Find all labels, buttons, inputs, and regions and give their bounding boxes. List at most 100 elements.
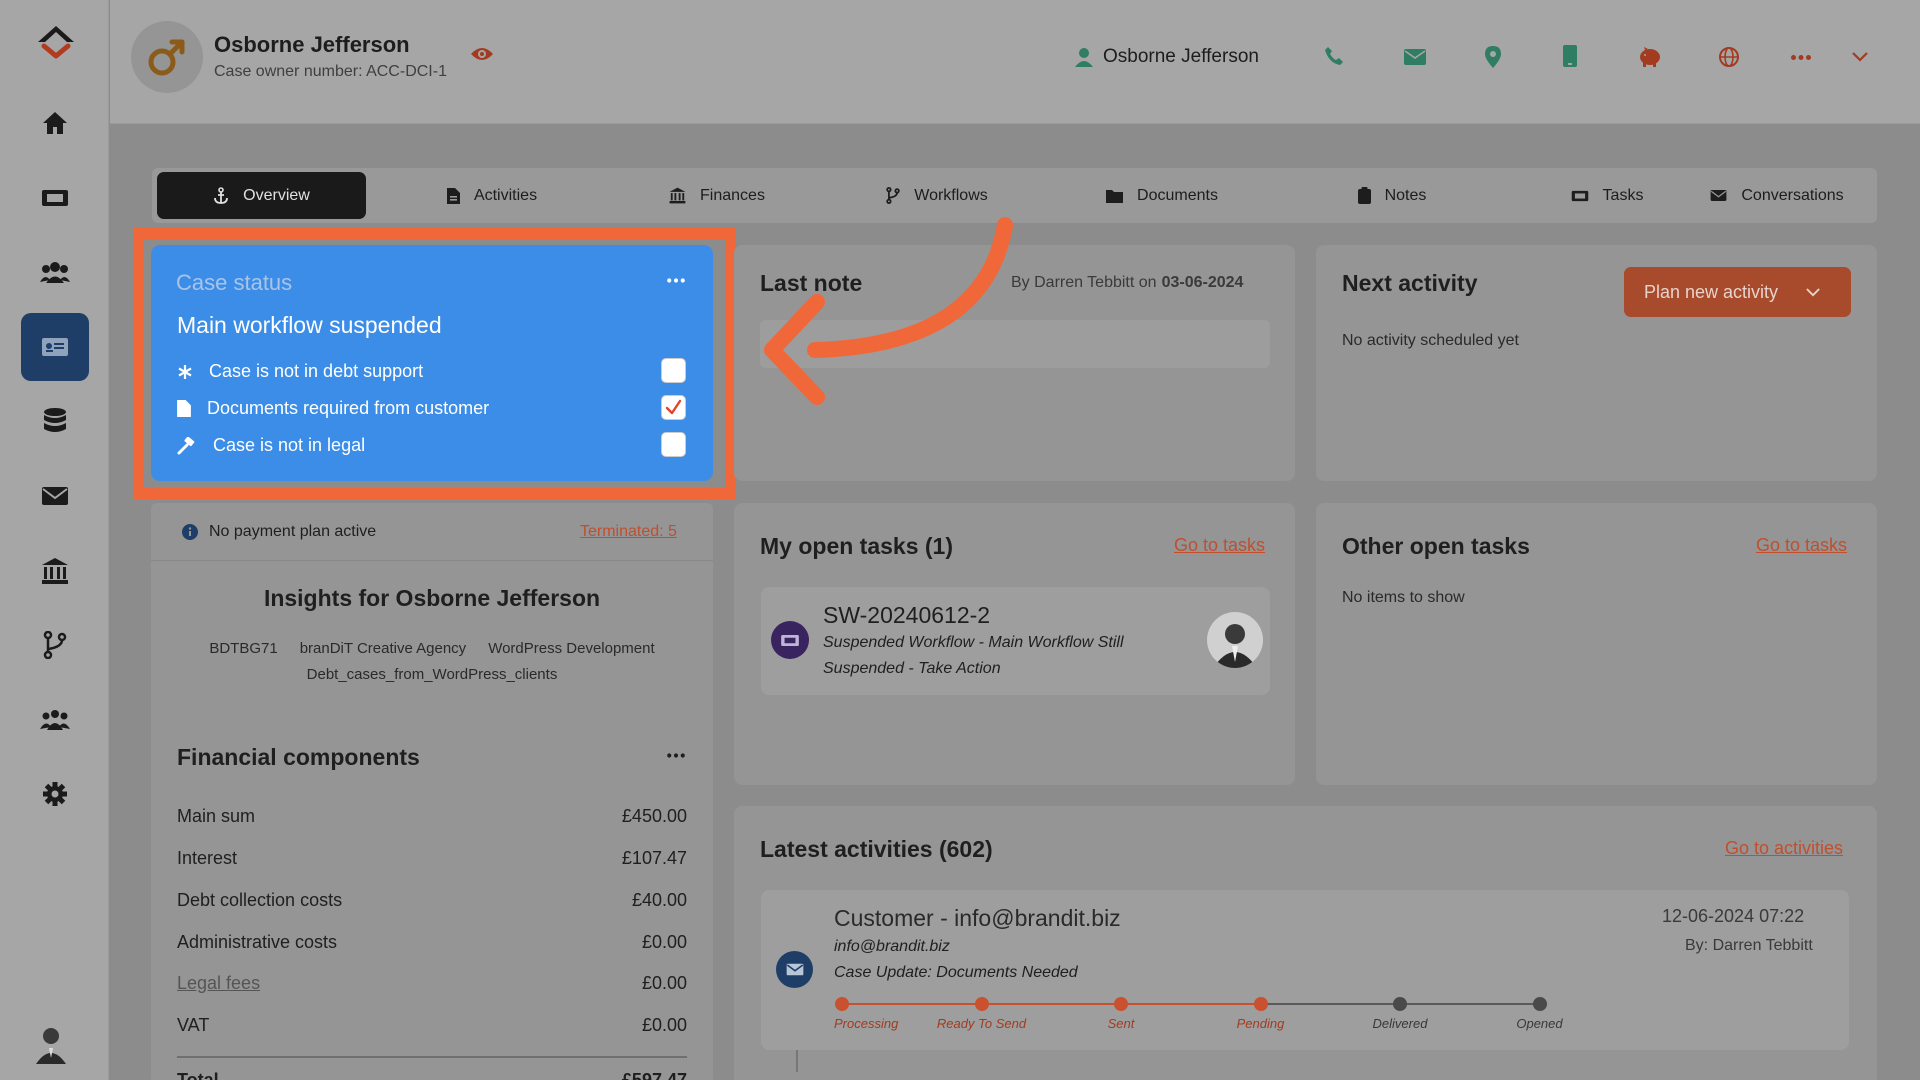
bank-icon — [42, 558, 68, 584]
tab-documents[interactable]: Documents — [1052, 172, 1272, 219]
nav-customers[interactable] — [21, 238, 89, 306]
asterisk-icon — [178, 364, 192, 379]
watch-eye-icon[interactable] — [470, 46, 494, 62]
activity-type-icon — [776, 951, 813, 988]
bank-icon — [669, 187, 686, 204]
fin-value: £0.00 — [641, 932, 687, 952]
users-icon — [40, 262, 70, 283]
fin-value: £40.00 — [631, 890, 687, 910]
nav-finance[interactable] — [21, 537, 89, 605]
task-id: SW-20240612-2 — [823, 602, 991, 628]
insight-tag: WordPress Development — [488, 640, 655, 657]
activity-datetime: 12-06-2024 07:22 — [1662, 906, 1805, 926]
gear-icon — [43, 782, 67, 806]
task-description: Suspended - Take Action — [823, 660, 1001, 677]
user-avatar[interactable] — [34, 1024, 68, 1064]
go-to-activities-link[interactable]: Go to activities — [1725, 838, 1843, 859]
tab-overview[interactable]: Overview — [157, 172, 366, 219]
fin-value: £107.47 — [621, 848, 687, 868]
progress-dot — [835, 997, 849, 1011]
tab-label: Workflows — [914, 186, 988, 204]
progress-step-label: Ready To Send — [936, 1016, 1027, 1031]
tab-activities[interactable]: Activities — [412, 172, 572, 219]
ticket-icon — [1571, 190, 1588, 201]
nav-cases[interactable] — [21, 313, 89, 381]
fin-label: Administrative costs — [177, 932, 338, 952]
nav-tickets[interactable] — [21, 164, 89, 232]
fin-row-vat: VAT £0.00 — [177, 1015, 687, 1036]
envelope-icon — [786, 963, 803, 976]
nav-mail[interactable] — [21, 462, 89, 530]
checkmark-icon — [665, 399, 682, 415]
tab-notes[interactable]: Notes — [1292, 172, 1492, 219]
insight-tag: Debt_cases_from_WordPress_clients — [306, 666, 558, 683]
status-more-icon[interactable] — [667, 278, 685, 283]
nav-home[interactable] — [21, 89, 89, 157]
user-icon — [1075, 48, 1093, 67]
nav-settings[interactable] — [21, 760, 89, 828]
plan-activity-button[interactable]: Plan new activity — [1624, 267, 1851, 317]
progress-dot — [1532, 997, 1547, 1011]
debt-support-checkbox[interactable] — [661, 358, 686, 383]
more-icon[interactable] — [1791, 55, 1811, 60]
status-item: Case is not in legal — [177, 435, 365, 456]
documents-required-checkbox[interactable] — [661, 395, 686, 420]
go-to-tasks-link[interactable]: Go to tasks — [1174, 535, 1265, 556]
owner-number: Case owner number: ACC-DCI-1 — [214, 63, 447, 80]
team-icon — [40, 710, 70, 730]
fin-label: Interest — [177, 848, 238, 868]
tab-label: Finances — [700, 186, 765, 204]
last-note-author: By Darren Tebbitt on — [1011, 274, 1157, 291]
nav-team[interactable] — [21, 686, 89, 754]
other-tasks-title: Other open tasks — [1342, 533, 1530, 559]
document-icon — [177, 400, 191, 417]
tab-finances[interactable]: Finances — [632, 172, 802, 219]
clipboard-icon — [1357, 187, 1371, 204]
progress-dot — [1114, 997, 1128, 1011]
nav-database[interactable] — [21, 387, 89, 455]
globe-icon[interactable] — [1719, 47, 1739, 67]
piggy-bank-icon[interactable] — [1638, 47, 1662, 67]
status-item-label: Case is not in debt support — [209, 361, 424, 381]
phone-icon[interactable] — [1324, 46, 1344, 66]
chevron-down-icon — [1806, 287, 1820, 296]
legal-checkbox[interactable] — [661, 432, 686, 457]
envelope-icon — [1710, 190, 1727, 201]
top-user-name: Osborne Jefferson — [1103, 46, 1259, 67]
timeline-connector — [796, 1050, 798, 1072]
progress-step-label: Opened — [1516, 1016, 1563, 1031]
email-icon[interactable] — [1404, 49, 1426, 65]
legal-fees-link[interactable]: Legal fees — [177, 973, 260, 994]
fin-label: VAT — [177, 1015, 210, 1035]
terminated-link[interactable]: Terminated: 5 — [580, 523, 677, 541]
location-icon[interactable] — [1485, 46, 1501, 68]
branch-icon — [886, 187, 900, 204]
financial-more-icon[interactable] — [667, 753, 685, 758]
fin-value: £597.47 — [621, 1070, 687, 1080]
plan-activity-label: Plan new activity — [1644, 281, 1779, 302]
arrow-annotation — [755, 215, 1025, 415]
fin-row-interest: Interest £107.47 — [177, 848, 687, 869]
last-note-meta: By Darren Tebbitt on 03-06-2024 — [1011, 274, 1243, 292]
tab-conversations[interactable]: Conversations — [1682, 172, 1872, 219]
tab-label: Conversations — [1741, 186, 1844, 204]
tab-workflows[interactable]: Workflows — [842, 172, 1032, 219]
fin-row-main-sum: Main sum £450.00 — [177, 806, 687, 827]
file-icon — [446, 187, 460, 204]
tab-tasks[interactable]: Tasks — [1502, 172, 1712, 219]
status-item: Case is not in debt support — [177, 361, 423, 382]
mobile-icon[interactable] — [1563, 45, 1577, 67]
fin-value: £0.00 — [641, 1015, 687, 1035]
go-to-other-tasks-link[interactable]: Go to tasks — [1756, 535, 1847, 556]
fin-value: £450.00 — [621, 806, 687, 826]
nav-workflows[interactable] — [21, 611, 89, 679]
progress-step-label: Delivered — [1372, 1016, 1428, 1031]
gavel-icon — [177, 436, 195, 454]
chevron-down-icon[interactable] — [1852, 52, 1868, 62]
app-logo[interactable] — [34, 22, 78, 60]
top-user[interactable]: Osborne Jefferson — [1075, 46, 1259, 68]
progress-segment — [1260, 1003, 1400, 1005]
anchor-icon — [214, 186, 229, 204]
progress-segment — [981, 1003, 1121, 1005]
progress-step-label: Pending — [1236, 1016, 1285, 1031]
